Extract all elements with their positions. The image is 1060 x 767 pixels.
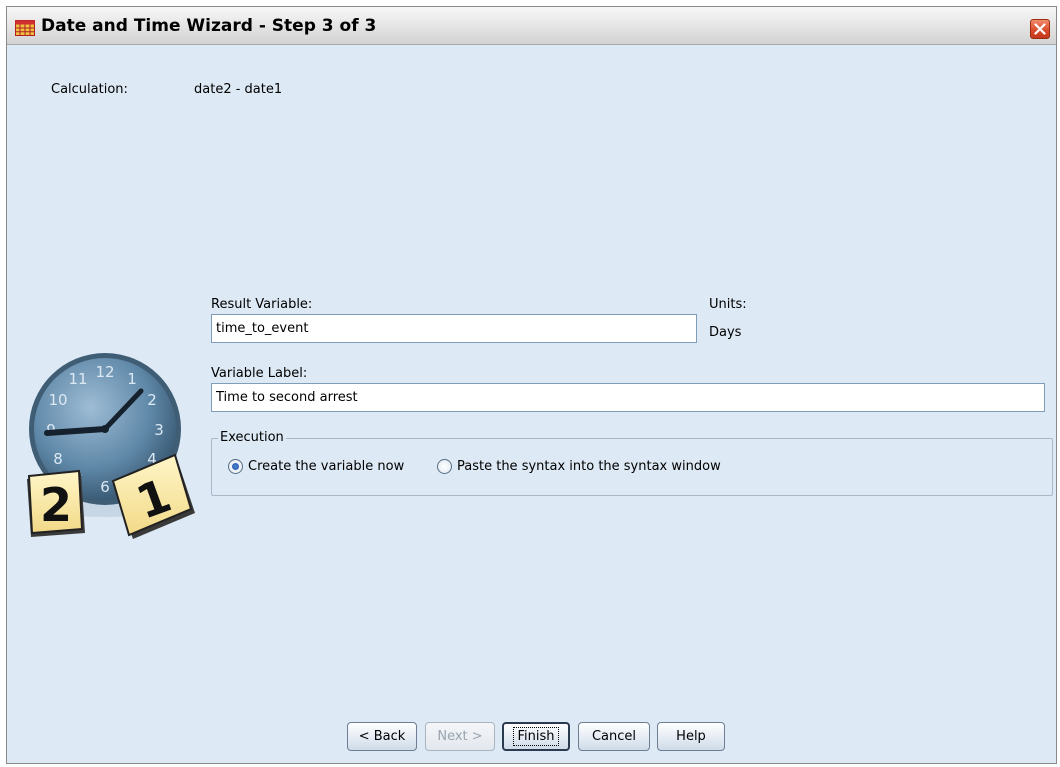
- close-x-icon: [1034, 23, 1046, 35]
- calculation-label: Calculation:: [51, 82, 128, 97]
- clock-number: 10: [48, 391, 67, 409]
- units-label: Units:: [709, 297, 747, 312]
- units-value: Days: [709, 325, 742, 340]
- calendar-day-left: 2: [40, 478, 72, 532]
- calendar-grid-icon: [15, 20, 35, 36]
- help-button[interactable]: Help: [657, 722, 725, 751]
- execution-legend: Execution: [218, 430, 286, 445]
- calculation-value: date2 - date1: [194, 82, 283, 97]
- execution-group: Execution Create the variable now Paste …: [211, 430, 1053, 496]
- result-variable-input[interactable]: [211, 314, 697, 343]
- variable-label-label: Variable Label:: [211, 366, 308, 381]
- clock-calendar-illustration: 12 1 2 3 4 5 6 7 8 9 10 11 2: [27, 353, 195, 539]
- variable-label-input[interactable]: [211, 383, 1045, 412]
- paste-syntax-radio[interactable]: Paste the syntax into the syntax window: [437, 459, 721, 474]
- finish-button[interactable]: Finish: [502, 722, 570, 751]
- back-button[interactable]: < Back: [347, 722, 417, 751]
- window-title: Date and Time Wizard - Step 3 of 3: [41, 16, 377, 36]
- clock-hand-hour: [44, 426, 108, 436]
- result-variable-label: Result Variable:: [211, 297, 313, 312]
- radio-selected-indicator[interactable]: [228, 459, 243, 474]
- wizard-window: Date and Time Wizard - Step 3 of 3 Calcu…: [6, 6, 1057, 764]
- clock-number: 2: [147, 391, 157, 409]
- radio-unselected-indicator[interactable]: [437, 459, 452, 474]
- title-bar[interactable]: Date and Time Wizard - Step 3 of 3: [7, 7, 1056, 45]
- wizard-body: Calculation: date2 - date1 Result Variab…: [7, 46, 1056, 763]
- calendar-page-left: 2: [27, 469, 85, 537]
- clock-number: 11: [68, 370, 87, 388]
- next-button[interactable]: Next >: [425, 722, 495, 751]
- clock-number: 8: [53, 450, 63, 468]
- clock-number: 1: [127, 370, 137, 388]
- close-button[interactable]: [1030, 19, 1050, 39]
- create-now-radio[interactable]: Create the variable now: [228, 459, 404, 474]
- clock-number: 12: [95, 363, 114, 381]
- create-now-label: Create the variable now: [248, 459, 405, 474]
- cancel-button[interactable]: Cancel: [578, 722, 650, 751]
- paste-syntax-label: Paste the syntax into the syntax window: [457, 459, 721, 474]
- clock-number: 6: [100, 478, 110, 496]
- clock-number: 3: [154, 421, 164, 439]
